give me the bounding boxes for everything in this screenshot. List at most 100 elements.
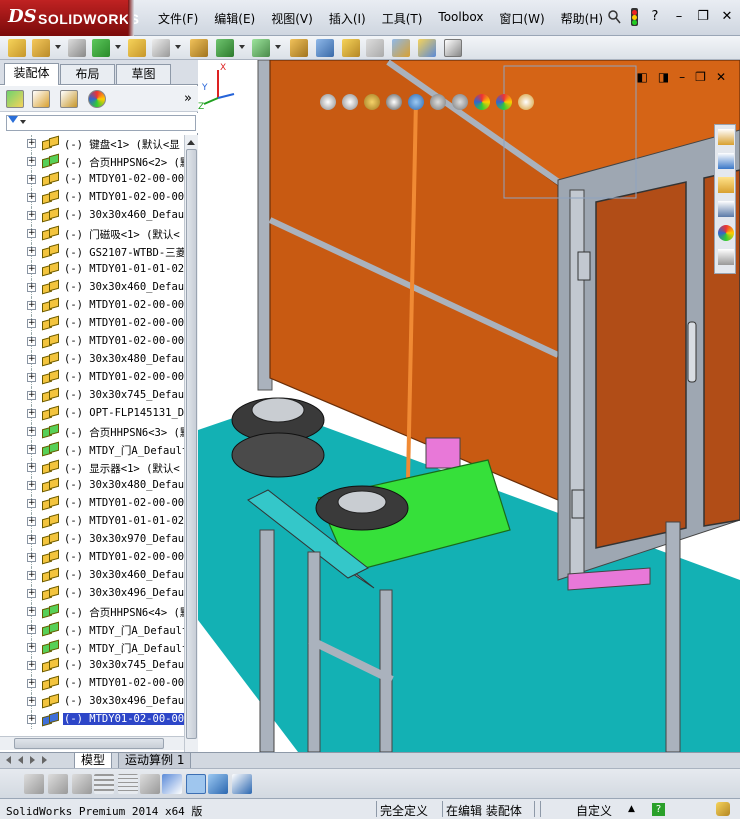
view-palette-icon[interactable] bbox=[718, 201, 734, 217]
hide-show-icon[interactable] bbox=[452, 94, 468, 110]
menu-window[interactable]: 窗口(W) bbox=[491, 10, 552, 27]
expand-toggle-icon[interactable]: + bbox=[27, 265, 36, 274]
expand-toggle-icon[interactable]: + bbox=[27, 661, 36, 670]
render-tools-icon[interactable] bbox=[232, 774, 252, 794]
design-library-icon[interactable] bbox=[718, 153, 734, 169]
components-dropdown-icon[interactable] bbox=[115, 45, 121, 49]
configuration-manager-icon[interactable] bbox=[60, 90, 78, 108]
expand-toggle-icon[interactable]: + bbox=[27, 229, 36, 238]
expand-toggle-icon[interactable]: + bbox=[27, 283, 36, 292]
view-cube-icon[interactable] bbox=[208, 774, 228, 794]
menu-edit[interactable]: 编辑(E) bbox=[206, 10, 263, 27]
restore-button[interactable]: ❐ bbox=[696, 9, 710, 25]
tab-assembly[interactable]: 装配体 bbox=[4, 63, 59, 85]
tag-icon[interactable] bbox=[716, 802, 730, 816]
expand-toggle-icon[interactable]: + bbox=[27, 193, 36, 202]
tab-layout[interactable]: 布局 bbox=[60, 64, 115, 84]
graphics-area[interactable]: ◧ ◨ – ❐ ✕ X Y Z bbox=[198, 60, 740, 752]
menu-toolbox[interactable]: Toolbox bbox=[430, 10, 491, 27]
expand-toggle-icon[interactable]: + bbox=[27, 535, 36, 544]
tree-item[interactable]: + (-) MTDY01-02-00-006 bbox=[0, 333, 184, 351]
expand-toggle-icon[interactable]: + bbox=[27, 427, 36, 436]
menu-insert[interactable]: 插入(I) bbox=[321, 10, 374, 27]
viewport-minimize-button[interactable]: – bbox=[679, 70, 685, 84]
tab-model[interactable]: 模型 bbox=[74, 753, 113, 769]
print-dropdown-icon[interactable] bbox=[175, 45, 181, 49]
expand-toggle-icon[interactable]: + bbox=[27, 445, 36, 454]
mate-icon[interactable] bbox=[418, 39, 436, 57]
view-settings-icon[interactable] bbox=[518, 94, 534, 110]
properties-icon[interactable] bbox=[444, 39, 462, 57]
print-icon[interactable] bbox=[152, 39, 170, 57]
zoom-area-icon[interactable] bbox=[342, 94, 358, 110]
wireframe-icon[interactable] bbox=[24, 774, 44, 794]
appearances-icon[interactable] bbox=[718, 225, 734, 241]
tree-item[interactable]: + (-) GS2107-WTBD-三菱 bbox=[0, 243, 184, 261]
tab-last-icon[interactable] bbox=[42, 756, 47, 764]
dashed-icon[interactable] bbox=[118, 774, 138, 794]
menu-help[interactable]: 帮助(H) bbox=[553, 10, 611, 27]
shaded-icon[interactable] bbox=[72, 774, 92, 794]
open-dropdown-icon[interactable] bbox=[55, 45, 61, 49]
tree-item[interactable]: + (-) 合页HHPSN6<4> (默 bbox=[0, 603, 184, 621]
scroll-thumb[interactable] bbox=[186, 149, 197, 739]
feature-tree-icon[interactable] bbox=[6, 90, 24, 108]
tree-item[interactable]: + (-) 30x30x745_Defaul bbox=[0, 387, 184, 405]
menu-tools[interactable]: 工具(T) bbox=[374, 10, 431, 27]
assembly-icon[interactable] bbox=[128, 39, 146, 57]
tree-item[interactable]: + (-) MTDY01-02-00-003 bbox=[0, 549, 184, 567]
tree-item[interactable]: + (-) MTDY01-02-00-005 bbox=[0, 171, 184, 189]
tree-item[interactable]: + (-) MTDY_门A_Default bbox=[0, 639, 184, 657]
units-selector[interactable]: 自定义 bbox=[576, 802, 612, 819]
menu-file[interactable]: 文件(F) bbox=[150, 10, 206, 27]
expand-toggle-icon[interactable]: + bbox=[27, 157, 36, 166]
toolbox-icon[interactable] bbox=[342, 39, 360, 57]
tree-item[interactable]: + (-) MTDY01-02-00-007 bbox=[0, 315, 184, 333]
axis-icon[interactable] bbox=[162, 774, 182, 794]
tree-item[interactable]: + (-) MTDY01-02-00-005 bbox=[0, 675, 184, 693]
tree-item[interactable]: + (-) MTDY01-02-00-002 bbox=[0, 495, 184, 513]
tree-item[interactable]: + (-) 30x30x480_Defaul bbox=[0, 477, 184, 495]
expand-toggle-icon[interactable]: + bbox=[27, 391, 36, 400]
previous-view-icon[interactable] bbox=[364, 94, 380, 110]
filter-funnel-icon[interactable] bbox=[8, 116, 18, 123]
expand-toggle-icon[interactable]: + bbox=[27, 643, 36, 652]
tab-motion-study[interactable]: 运动算例 1 bbox=[118, 753, 192, 769]
tree-filter-input[interactable] bbox=[6, 115, 196, 131]
quick-help-icon[interactable]: ? bbox=[652, 803, 665, 816]
tree-item[interactable]: + (-) MTDY01-02-00-009 bbox=[0, 711, 184, 729]
tree-item[interactable]: + (-) MTDY01-02-00-006 bbox=[0, 189, 184, 207]
move-component-icon[interactable] bbox=[392, 39, 410, 57]
expand-toggle-icon[interactable]: + bbox=[27, 301, 36, 310]
solidworks-resources-icon[interactable] bbox=[718, 129, 734, 145]
expand-toggle-icon[interactable]: + bbox=[27, 373, 36, 382]
expand-toggle-icon[interactable]: + bbox=[27, 463, 36, 472]
tree-item[interactable]: + (-) MTDY01-02-00-008 bbox=[0, 297, 184, 315]
tree-vertical-scrollbar[interactable] bbox=[184, 135, 198, 795]
tree-item[interactable]: + (-) 键盘<1> (默认<显 bbox=[0, 135, 184, 153]
rebuild-icon[interactable] bbox=[190, 39, 208, 57]
section-view-icon[interactable] bbox=[386, 94, 402, 110]
expand-toggle-icon[interactable]: + bbox=[27, 481, 36, 490]
filter-dropdown-icon[interactable] bbox=[20, 120, 26, 124]
viewport-next-icon[interactable]: ◨ bbox=[658, 70, 669, 84]
tree-item[interactable]: + (-) 30x30x460_Defaul bbox=[0, 279, 184, 297]
select-icon[interactable] bbox=[252, 39, 270, 57]
zoom-to-fit-icon[interactable] bbox=[320, 94, 336, 110]
expand-toggle-icon[interactable]: + bbox=[27, 355, 36, 364]
tab-first-icon[interactable] bbox=[6, 756, 11, 764]
select-dropdown-icon[interactable] bbox=[275, 45, 281, 49]
pin-icon[interactable] bbox=[607, 9, 621, 25]
tree-item[interactable]: + (-) 30x30x970_Defaul bbox=[0, 531, 184, 549]
solidworks-logo[interactable]: DS SOLIDWORKS bbox=[0, 0, 139, 36]
expand-toggle-icon[interactable]: + bbox=[27, 571, 36, 580]
paperclip-icon[interactable] bbox=[68, 39, 86, 57]
expand-toggle-icon[interactable]: + bbox=[27, 715, 36, 724]
custom-properties-icon[interactable] bbox=[718, 249, 734, 265]
tree-item[interactable]: + (-) MTDY01-01-01-025 bbox=[0, 261, 184, 279]
viewport-prev-icon[interactable]: ◧ bbox=[636, 70, 647, 84]
hidden-lines-icon[interactable] bbox=[48, 774, 68, 794]
view-orientation-icon[interactable] bbox=[408, 94, 424, 110]
save-icon[interactable] bbox=[216, 39, 234, 57]
tree-item[interactable]: + (-) 30x30x496_Defaul bbox=[0, 585, 184, 603]
